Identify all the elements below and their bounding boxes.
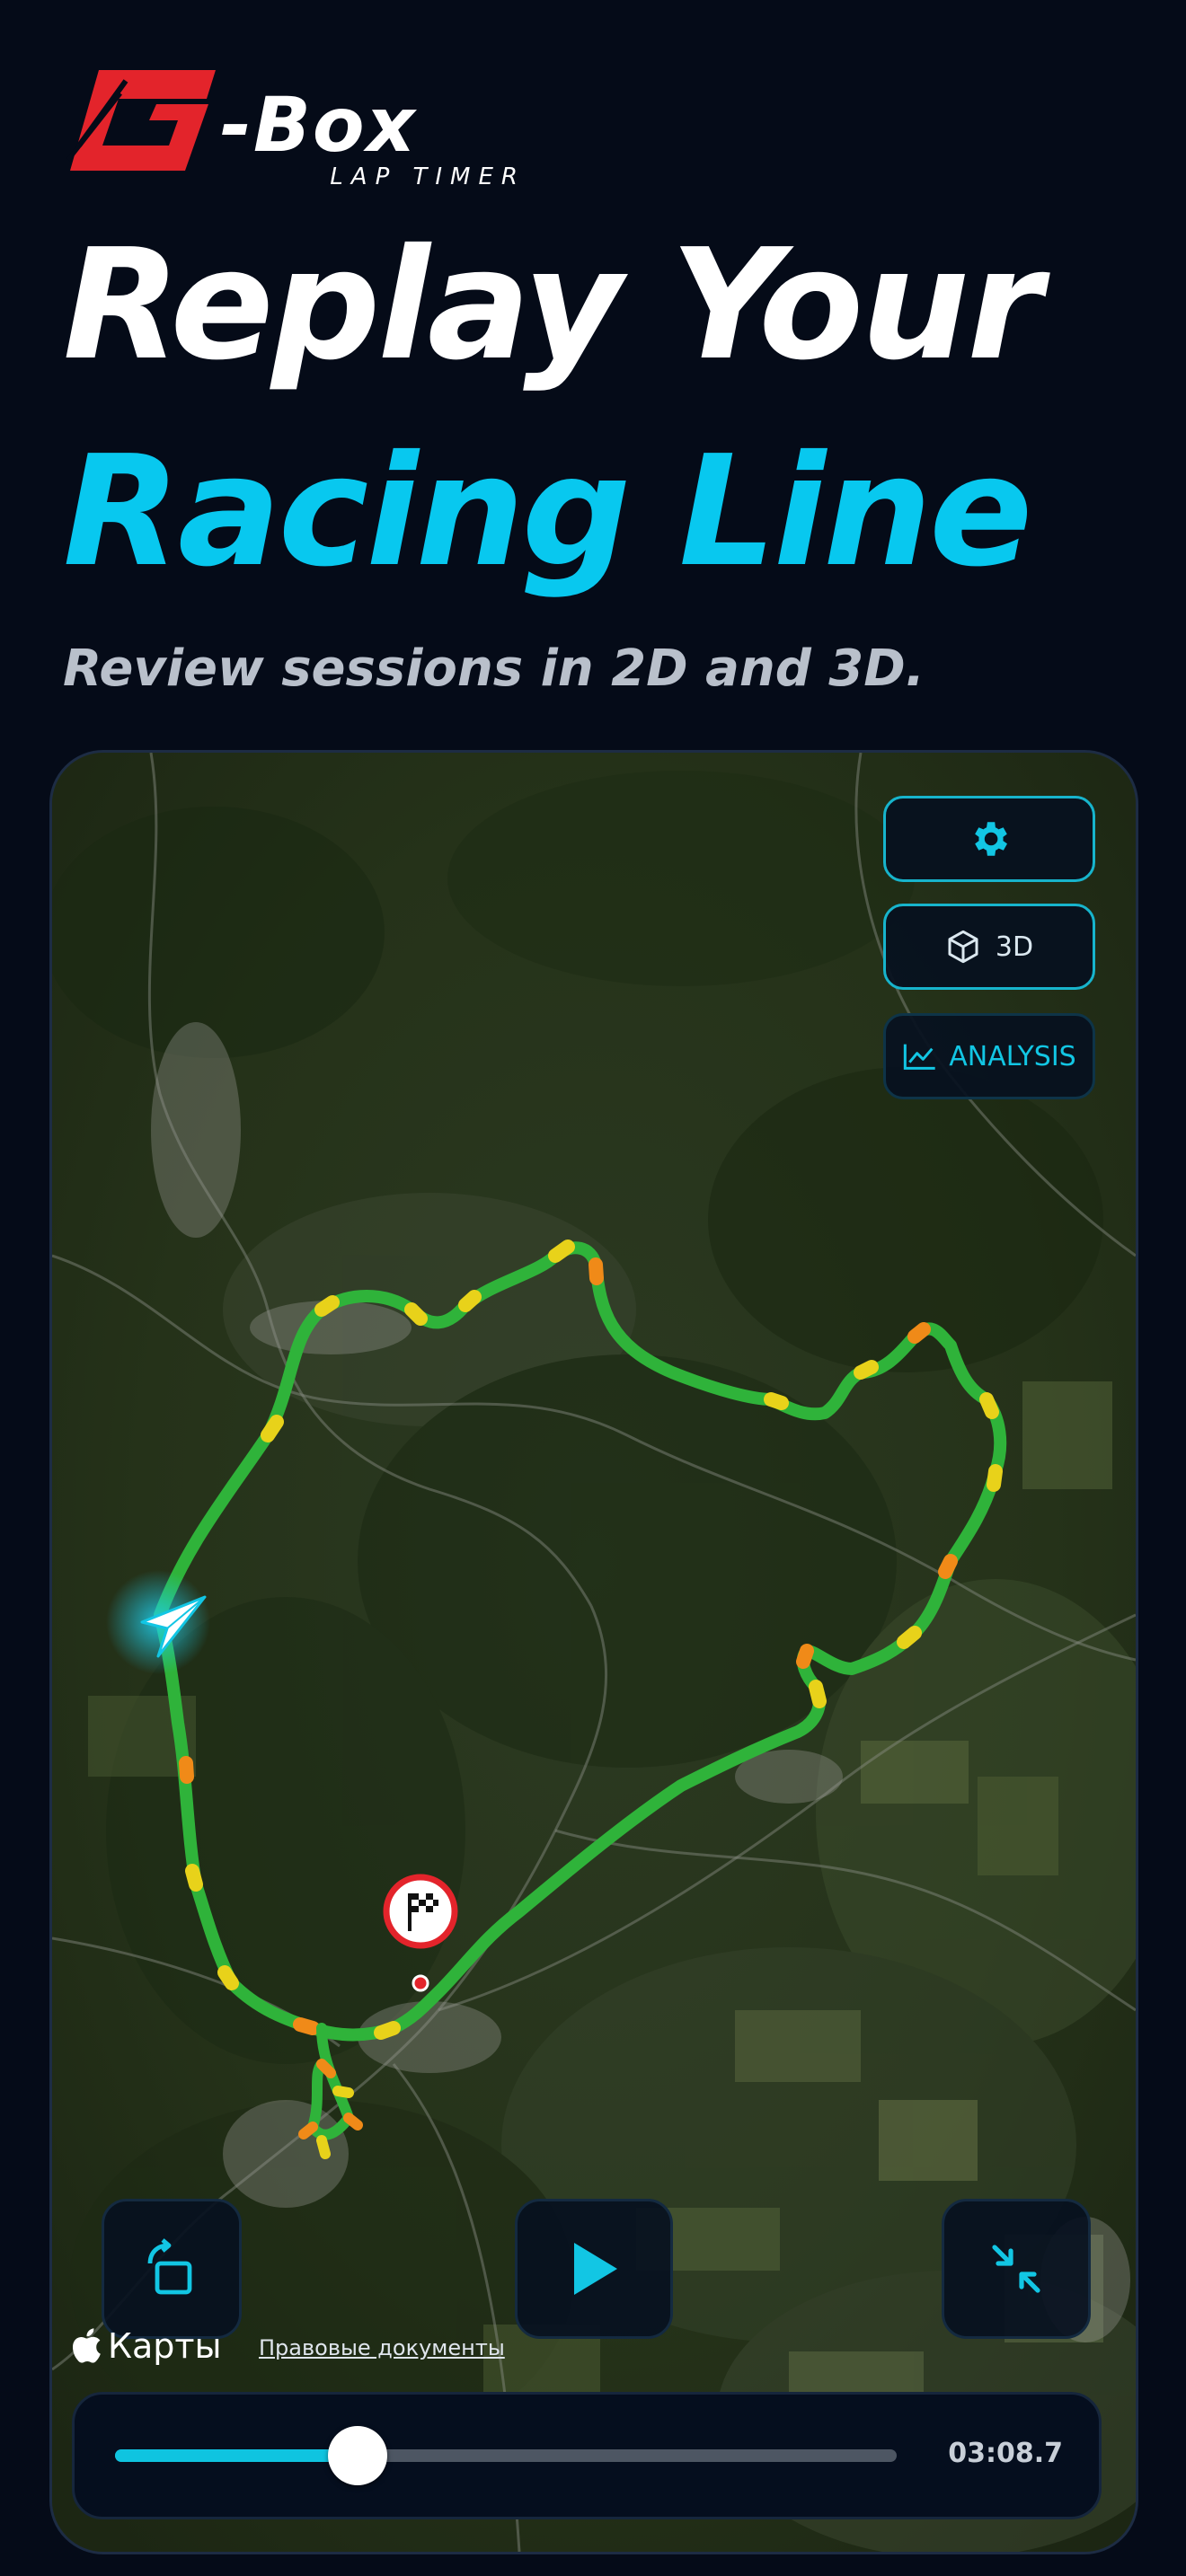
map-panel: 3D ANALYSIS Карты Правовые документы 03:… [49,750,1138,2554]
gbox-logo: -Box LAP TIMER [63,63,518,198]
car-position-icon [106,1570,210,1674]
play-button[interactable] [515,2199,673,2339]
view-3d-button[interactable]: 3D [883,904,1095,990]
analysis-label: ANALYSIS [949,1040,1076,1072]
maps-attribution: Карты [70,2326,222,2366]
headline-line-2: Racing Line [63,423,1032,601]
headline-subtitle: Review sessions in 2D and 3D. [63,640,925,698]
maps-brand-label: Карты [108,2326,222,2366]
analysis-button[interactable]: ANALYSIS [883,1013,1095,1099]
rotate-screen-icon [147,2238,192,2295]
finish-flag-icon [383,1874,458,1949]
brand-name: -Box [220,81,417,169]
collapse-button[interactable] [942,2199,1091,2339]
settings-button[interactable] [883,796,1095,882]
gbox-logo-mark [66,70,216,171]
brand-tagline: LAP TIMER [330,163,526,190]
playback-scrubber[interactable]: 03:08.7 [72,2392,1102,2519]
legal-documents-link[interactable]: Правовые документы [259,2335,505,2360]
gear-icon [975,822,1007,856]
playback-time: 03:08.7 [948,2438,1063,2469]
scrubber-handle[interactable] [327,2426,387,2485]
cube-icon [948,930,978,964]
play-icon [574,2243,617,2295]
rotate-screen-button[interactable] [102,2199,242,2339]
view-3d-label: 3D [995,931,1034,963]
collapse-icon [992,2245,1040,2293]
apple-logo-icon [73,2328,101,2363]
chart-line-icon [904,1044,935,1070]
scrubber-progress [115,2449,358,2462]
headline-line-1: Replay Your [63,216,1042,394]
